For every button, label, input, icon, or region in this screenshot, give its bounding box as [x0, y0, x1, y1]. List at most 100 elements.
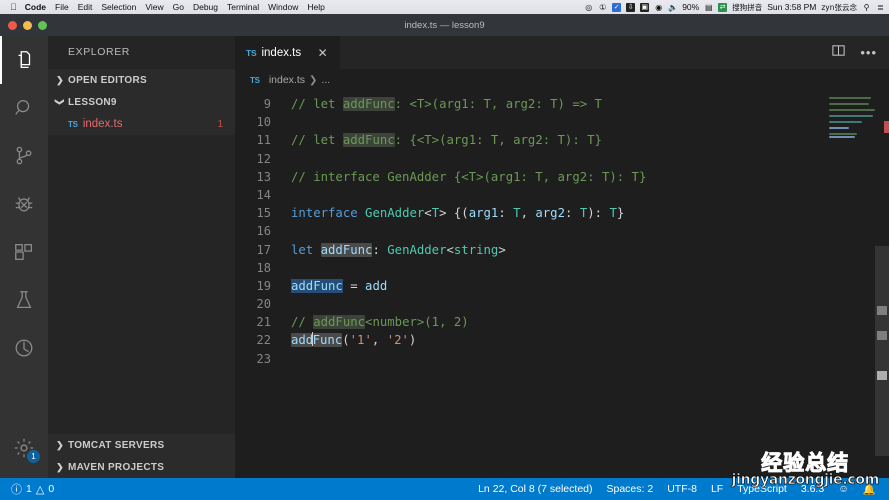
battery-icon[interactable]: ▤: [704, 3, 713, 12]
minimize-window-button[interactable]: [23, 21, 32, 30]
volume-icon[interactable]: 🔈: [668, 3, 678, 12]
status-typescript-version[interactable]: 3.6.3: [794, 483, 831, 495]
code-line[interactable]: 20: [235, 295, 823, 313]
status-problems[interactable]: ⓘ 1 △ 0: [4, 481, 61, 497]
vertical-scrollbar[interactable]: [875, 246, 889, 456]
status-cursor-position[interactable]: Ln 22, Col 8 (7 selected): [471, 483, 599, 495]
split-editor-icon[interactable]: [831, 43, 846, 63]
code-line[interactable]: 12: [235, 150, 823, 168]
code-token: :: [498, 206, 514, 221]
input-method-label[interactable]: 搜狗拼音: [732, 2, 762, 13]
line-content: let addFunc: GenAdder<string>: [291, 241, 506, 259]
code-line[interactable]: 10: [235, 113, 823, 131]
status-bar: ⓘ 1 △ 0 Ln 22, Col 8 (7 selected) Spaces…: [0, 478, 889, 500]
search-icon[interactable]: ⚲: [862, 3, 871, 12]
menu-item-selection[interactable]: Selection: [101, 2, 136, 12]
menu-item-code[interactable]: Code: [25, 2, 46, 12]
activity-item-search[interactable]: [0, 84, 48, 132]
breadcrumb-rest[interactable]: ...: [321, 74, 330, 86]
sync-icon[interactable]: ⇄: [718, 2, 728, 12]
status-bar-right: Ln 22, Col 8 (7 selected) Spaces: 2 UTF-…: [471, 483, 889, 496]
code-line[interactable]: 15 interface GenAdder<T> {(arg1: T, arg2:…: [235, 204, 823, 222]
code-token: =: [342, 278, 366, 293]
activity-item-test[interactable]: [0, 276, 48, 324]
menu-item-terminal[interactable]: Terminal: [227, 2, 259, 12]
apple-logo-icon[interactable]: : [10, 2, 17, 12]
sidebar-section-label: TOMCAT SERVERS: [68, 439, 165, 451]
menu-item-go[interactable]: Go: [173, 2, 184, 12]
user-account-label[interactable]: zyn张云念: [821, 2, 857, 13]
app-icon[interactable]: ▣: [640, 2, 650, 12]
code-line[interactable]: 16: [235, 222, 823, 240]
record-icon[interactable]: ◎: [584, 3, 593, 12]
code-token: T: [431, 206, 440, 221]
file-tree-item-index-ts[interactable]: TS index.ts 1: [48, 113, 235, 135]
code-token: Func: [312, 333, 343, 348]
sidebar-section-tomcat-servers[interactable]: ❯ TOMCAT SERVERS: [48, 434, 235, 456]
error-marker[interactable]: [884, 121, 889, 133]
menu-item-window[interactable]: Window: [268, 2, 298, 12]
clock[interactable]: Sun 3:58 PM: [767, 2, 816, 12]
code-line[interactable]: 21 // addFunc<number>(1, 2): [235, 313, 823, 331]
files-icon: [13, 49, 35, 71]
extensions-icon: [13, 241, 35, 263]
line-number: 21: [256, 315, 271, 330]
code-lines-container[interactable]: 9// let addFunc: <T>(arg1: T, arg2: T) =…: [235, 91, 823, 478]
code-line[interactable]: 9 // let addFunc: <T>(arg1: T, arg2: T) =…: [235, 95, 823, 113]
activity-item-manage[interactable]: 1: [0, 424, 48, 472]
menu-item-file[interactable]: File: [55, 2, 69, 12]
line-number: 11: [256, 133, 271, 148]
more-actions-icon[interactable]: •••: [860, 46, 877, 59]
status-language-mode[interactable]: TypeScript: [730, 483, 794, 495]
code-line[interactable]: 11 // let addFunc: {<T>(arg1: T, arg2: T)…: [235, 131, 823, 149]
status-encoding[interactable]: UTF-8: [660, 483, 704, 495]
line-number: 9: [263, 97, 271, 111]
activity-item-live-share[interactable]: [0, 324, 48, 372]
code-token: // let: [291, 133, 343, 148]
code-token: interface: [291, 206, 366, 221]
code-line[interactable]: 18: [235, 259, 823, 277]
screenshot-icon[interactable]: ✓: [612, 2, 622, 12]
menu-item-edit[interactable]: Edit: [78, 2, 93, 12]
status-indentation[interactable]: Spaces: 2: [600, 483, 661, 495]
code-token: let: [291, 242, 321, 257]
code-token: add: [291, 333, 314, 348]
maximize-window-button[interactable]: [38, 21, 47, 30]
code-token: > {(: [439, 206, 469, 221]
minimap-line: [829, 115, 873, 117]
smiley-icon[interactable]: ☺: [831, 483, 856, 495]
bell-icon[interactable]: 🔔: [856, 483, 883, 496]
menu-item-view[interactable]: View: [145, 2, 163, 12]
close-icon[interactable]: ✕: [315, 46, 330, 60]
code-editor[interactable]: 9// let addFunc: <T>(arg1: T, arg2: T) =…: [235, 91, 889, 478]
list-icon[interactable]: ≣: [876, 3, 885, 12]
sidebar-section-lesson9[interactable]: ❯ LESSON9: [48, 91, 235, 113]
minimap-line: [829, 133, 857, 135]
activity-item-extensions[interactable]: [0, 228, 48, 276]
close-window-button[interactable]: [8, 21, 17, 30]
activity-item-explorer[interactable]: [0, 36, 48, 84]
code-token: addFunc: [342, 97, 395, 111]
menu-item-help[interactable]: Help: [307, 2, 324, 12]
code-line[interactable]: 23: [235, 350, 823, 368]
code-line[interactable]: 17 let addFunc: GenAdder<string>: [235, 241, 823, 259]
code-line[interactable]: 14: [235, 186, 823, 204]
dropbox-icon[interactable]: ①: [598, 3, 607, 12]
code-line[interactable]: 22 addFunc('1', '2'): [235, 331, 823, 349]
activity-item-source-control[interactable]: [0, 132, 48, 180]
code-token: '1': [349, 333, 372, 348]
line-content: addFunc = add: [291, 277, 387, 295]
tab-index-ts[interactable]: TS index.ts ✕: [235, 36, 341, 69]
status-eol[interactable]: LF: [704, 483, 730, 495]
minimap[interactable]: [823, 91, 889, 478]
sidebar-section-maven-projects[interactable]: ❯ MAVEN PROJECTS: [48, 456, 235, 478]
code-line[interactable]: 13 // interface GenAdder {<T>(arg1: T, ar…: [235, 168, 823, 186]
wifi-icon[interactable]: ◉: [654, 3, 663, 12]
chevron-right-icon: ❯: [56, 461, 64, 472]
code-line[interactable]: 19 addFunc = add: [235, 277, 823, 295]
menu-item-debug[interactable]: Debug: [193, 2, 218, 12]
download-icon[interactable]: ⇩: [626, 2, 636, 12]
sidebar-section-open-editors[interactable]: ❯ OPEN EDITORS: [48, 69, 235, 91]
activity-item-debug[interactable]: [0, 180, 48, 228]
breadcrumb-file[interactable]: index.ts: [269, 74, 305, 86]
